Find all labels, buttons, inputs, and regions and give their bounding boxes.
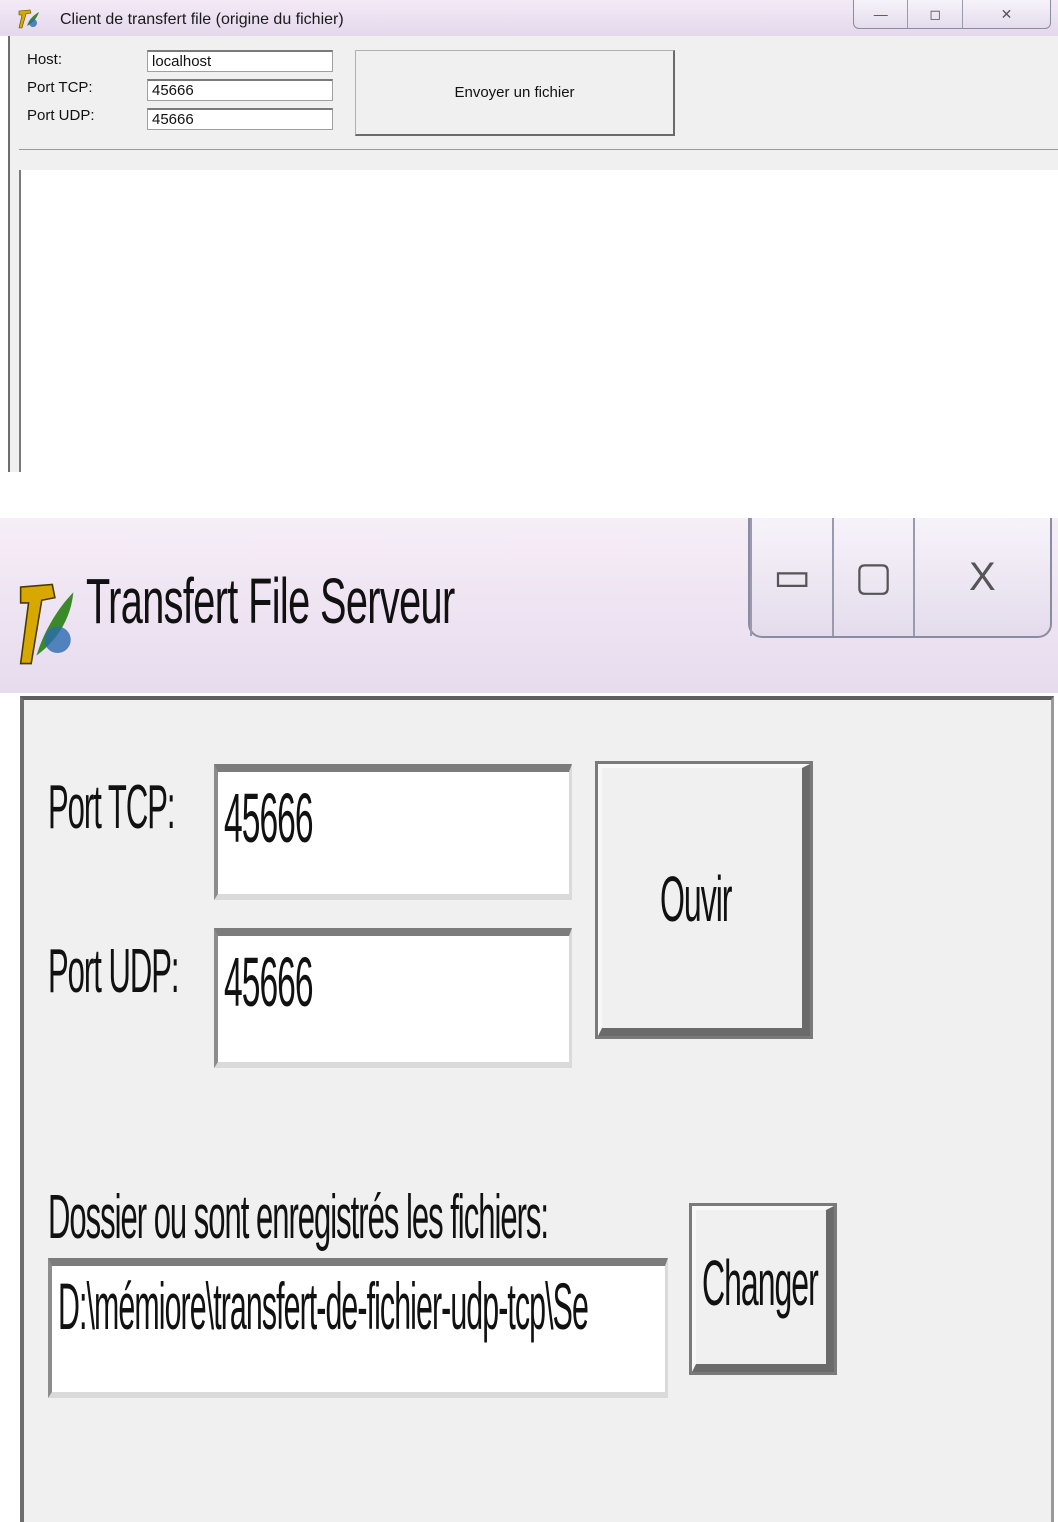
host-input[interactable]: localhost (147, 50, 333, 72)
server-titlebar[interactable]: Transfert File Serveur ▭ ▢ X (0, 518, 1058, 693)
server-caption-buttons: ▭ ▢ X (748, 518, 1052, 638)
minimize-icon[interactable]: ▭ (750, 518, 832, 636)
app-logo-icon (18, 9, 39, 29)
client-window-title: Client de transfert file (origine du fic… (60, 11, 344, 28)
server-body: Port TCP: Port UDP: 45666 45666 Ouvir Do… (20, 696, 1054, 1522)
send-file-button[interactable]: Envoyer un fichier (355, 50, 675, 136)
folder-path-value: D:\mémiore\transfert-de-fichier-udp-tcp\… (58, 1269, 589, 1343)
close-icon[interactable]: X (912, 518, 1050, 636)
udp-port-input[interactable]: 45666 (214, 928, 572, 1068)
server-window: Transfert File Serveur ▭ ▢ X Port TCP: P… (0, 518, 1058, 1522)
udp-port-input[interactable]: 45666 (147, 108, 333, 130)
udp-port-value: 45666 (224, 943, 314, 1021)
open-button-label: Ouvir (660, 863, 732, 935)
change-folder-button[interactable]: Changer (689, 1203, 837, 1375)
client-titlebar[interactable]: Client de transfert file (origine du fic… (0, 0, 1058, 36)
server-window-title: Transfert File Serveur (86, 565, 455, 637)
udp-port-label: Port UDP: (27, 107, 95, 124)
app-logo-icon (19, 583, 74, 665)
client-caption-buttons: — ◻ ✕ (853, 0, 1051, 29)
progress-bar (19, 149, 1058, 171)
minimize-icon[interactable]: — (854, 0, 907, 28)
host-label: Host: (27, 51, 63, 68)
tcp-port-label: Port TCP: (48, 773, 176, 842)
client-window: Client de transfert file (origine du fic… (0, 0, 1058, 472)
change-button-label: Changer (702, 1247, 819, 1319)
folder-label: Dossier ou sont enregistrés les fichiers… (48, 1183, 549, 1252)
open-button[interactable]: Ouvir (595, 761, 813, 1039)
udp-port-label: Port UDP: (48, 937, 180, 1006)
maximize-icon[interactable]: ▢ (832, 518, 912, 636)
close-icon[interactable]: ✕ (961, 0, 1050, 28)
maximize-icon[interactable]: ◻ (907, 0, 961, 28)
folder-path-input[interactable]: D:\mémiore\transfert-de-fichier-udp-tcp\… (48, 1258, 668, 1398)
log-textarea[interactable] (19, 170, 1058, 472)
tcp-port-input[interactable]: 45666 (214, 764, 572, 900)
tcp-port-input[interactable]: 45666 (147, 79, 333, 101)
client-body: Host: Port TCP: Port UDP: localhost 4566… (8, 36, 1058, 472)
tcp-port-label: Port TCP: (27, 79, 93, 96)
tcp-port-value: 45666 (224, 779, 314, 857)
